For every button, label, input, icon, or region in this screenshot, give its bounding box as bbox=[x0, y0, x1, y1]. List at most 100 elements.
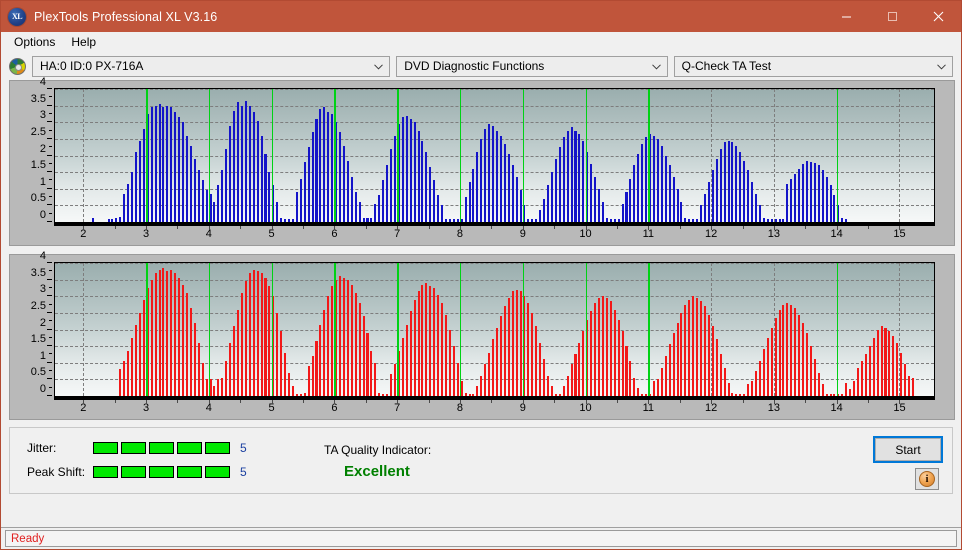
chart-bar bbox=[688, 218, 691, 222]
peak-shift-chart-y-axis: 0 0.5 1 1.5 2 2.5 3 3.5 4 bbox=[10, 250, 52, 396]
x-axis-minor-tick bbox=[365, 400, 367, 403]
jitter-gauge-segment bbox=[205, 442, 230, 454]
x-axis-minor-tick bbox=[742, 400, 744, 403]
peak-shift-chart-panel: 0 0.5 1 1.5 2 2.5 3 3.5 4 2 3 4 5 6 7 8 9 10 11 12 13 14 15 bbox=[9, 250, 955, 420]
x-axis-tick bbox=[899, 400, 901, 404]
chart-bar bbox=[233, 110, 236, 222]
chart-bar bbox=[170, 269, 173, 396]
chart-bar bbox=[205, 190, 208, 222]
x-axis-minor-tick bbox=[868, 226, 870, 229]
chart-bar bbox=[566, 376, 569, 396]
chart-bar bbox=[138, 312, 141, 396]
track-marker bbox=[334, 89, 336, 222]
chart-bar bbox=[696, 297, 699, 396]
track-marker bbox=[459, 89, 462, 222]
chart-bar bbox=[248, 272, 251, 396]
x-axis-minor-tick bbox=[679, 400, 681, 403]
jitter-chart-plot-wrap bbox=[54, 88, 935, 223]
chart-bar bbox=[652, 381, 655, 396]
chart-bar bbox=[170, 107, 173, 222]
chart-bar bbox=[213, 202, 216, 222]
chart-bar bbox=[645, 394, 648, 396]
chart-bar bbox=[260, 272, 263, 396]
x-axis-tick bbox=[397, 400, 399, 404]
chart-bar bbox=[817, 165, 820, 222]
chart-bar bbox=[256, 271, 259, 396]
chart-bar bbox=[672, 332, 675, 396]
chart-bar bbox=[574, 354, 577, 396]
chart-bar bbox=[150, 279, 153, 396]
peak-shift-chart-plot bbox=[54, 262, 935, 397]
chart-bar bbox=[519, 291, 522, 396]
track-marker bbox=[208, 89, 211, 222]
grid-line-vertical bbox=[83, 263, 85, 396]
ta-quality-label: TA Quality Indicator: bbox=[324, 443, 432, 457]
maximize-icon[interactable] bbox=[869, 1, 915, 32]
chart-bar bbox=[280, 218, 283, 222]
chart-bar bbox=[637, 387, 640, 396]
peak-shift-gauge-segment bbox=[177, 466, 202, 478]
chart-bar bbox=[817, 372, 820, 396]
chart-bar bbox=[119, 369, 122, 396]
y-axis-minor-tick bbox=[49, 162, 52, 164]
chart-bar bbox=[327, 112, 330, 222]
drive-select-value: HA:0 ID:0 PX-716A bbox=[40, 59, 144, 73]
chart-bar bbox=[743, 394, 746, 396]
chart-bar bbox=[197, 342, 200, 396]
menu-item-options[interactable]: Options bbox=[7, 33, 64, 52]
chart-bar bbox=[429, 167, 432, 222]
chart-bar bbox=[229, 342, 232, 396]
start-button[interactable]: Start bbox=[873, 436, 943, 463]
chart-bar bbox=[390, 374, 393, 396]
chart-bar bbox=[527, 302, 530, 396]
y-axis-tick bbox=[47, 361, 52, 363]
chart-bar bbox=[841, 394, 844, 396]
x-axis-tick bbox=[83, 226, 85, 230]
chart-bar bbox=[731, 392, 734, 396]
info-button[interactable]: i bbox=[915, 468, 939, 490]
test-select-value: Q-Check TA Test bbox=[681, 59, 772, 73]
chart-bar bbox=[719, 354, 722, 396]
chart-bar bbox=[264, 277, 267, 396]
function-select[interactable]: DVD Diagnostic Functions bbox=[396, 55, 668, 77]
grid-line-horizontal bbox=[55, 279, 934, 281]
chart-bar bbox=[754, 371, 757, 396]
y-axis-tick bbox=[47, 204, 52, 206]
chart-bar bbox=[154, 272, 157, 396]
drive-select[interactable]: HA:0 ID:0 PX-716A bbox=[32, 55, 391, 77]
chart-bar bbox=[766, 218, 769, 222]
grid-line-horizontal bbox=[55, 122, 934, 124]
chart-bar bbox=[417, 291, 420, 396]
chart-bar bbox=[539, 210, 542, 222]
chart-bar bbox=[809, 161, 812, 222]
track-marker bbox=[648, 89, 650, 222]
y-axis-label: 2.5 bbox=[30, 125, 46, 138]
x-axis-tick bbox=[648, 400, 650, 404]
chart-bar bbox=[880, 326, 883, 396]
track-marker bbox=[271, 263, 274, 396]
chart-bar bbox=[558, 394, 561, 396]
test-select[interactable]: Q-Check TA Test bbox=[673, 55, 953, 77]
chart-bar bbox=[405, 324, 408, 396]
chart-bar bbox=[248, 105, 251, 222]
jitter-chart-panel: 0 0.5 1 1.5 2 2.5 3 3.5 4 2 3 4 5 6 7 8 9 10 11 12 13 14 15 bbox=[9, 76, 955, 246]
chart-bar bbox=[547, 185, 550, 222]
chart-bar bbox=[711, 170, 714, 222]
chart-bar bbox=[444, 218, 447, 222]
x-axis-minor-tick bbox=[114, 226, 116, 229]
x-axis-tick bbox=[585, 226, 587, 230]
chart-bar bbox=[578, 133, 581, 222]
y-axis-minor-tick bbox=[49, 129, 52, 131]
chart-bar bbox=[727, 140, 730, 222]
chart-bar bbox=[346, 279, 349, 396]
close-icon[interactable] bbox=[915, 1, 961, 32]
menu-item-help[interactable]: Help bbox=[64, 33, 105, 52]
chart-bar bbox=[896, 342, 899, 396]
chart-bar bbox=[900, 352, 903, 396]
chart-bar bbox=[425, 152, 428, 222]
chart-bar bbox=[444, 314, 447, 396]
chart-bar bbox=[813, 359, 816, 396]
chart-bar bbox=[492, 339, 495, 396]
chart-bar bbox=[162, 107, 165, 222]
minimize-icon[interactable] bbox=[823, 1, 869, 32]
